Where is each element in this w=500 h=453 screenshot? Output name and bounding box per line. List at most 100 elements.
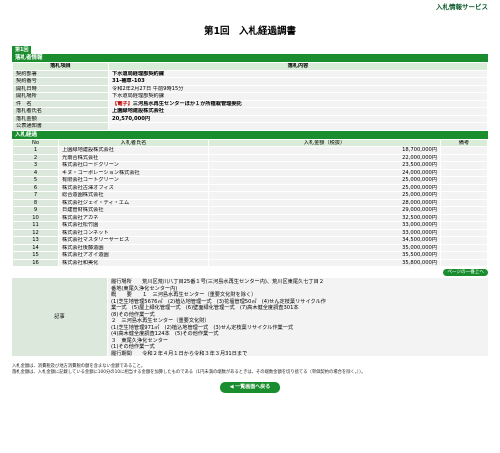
back-to-list-button[interactable]: ◀ 一覧画面へ戻る	[219, 382, 281, 393]
bid-amount: 25,000,000円	[208, 191, 441, 200]
table-row: 件 名【電子】三河島水再生センターほか１か所植栽管理委託	[12, 99, 488, 109]
row-label: 落札金額	[12, 114, 109, 124]
table-header-row: 落札項目 落札内容	[12, 62, 488, 71]
bid-no: 8	[12, 198, 59, 208]
page-top-button[interactable]: ページの一番上へ	[443, 269, 488, 277]
round-tag: 第1回	[12, 46, 32, 55]
bidder-name: 株式会社松竹園	[58, 221, 209, 230]
bidder-name: 株式会社ロードクリーン	[58, 161, 209, 170]
bid-amount: 29,000,000円	[208, 206, 441, 215]
table-row: 公表通知書	[12, 122, 488, 131]
bid-amount: 25,000,000円	[208, 176, 441, 185]
back-button-row: ◀ 一覧画面へ戻る	[12, 382, 488, 393]
bidder-name: 上園緑地建設株式会社	[58, 146, 209, 155]
bidder-name: 光南合株式会社	[58, 153, 209, 163]
table-row: 落札者氏名 上園緑地建設株式会社	[12, 107, 488, 116]
row-value	[108, 122, 488, 131]
bid-note	[440, 221, 488, 230]
table-row: 6 株式会社古澤オフィス 25,000,000円	[12, 183, 488, 193]
row-value: 下水道局経理部契約課	[108, 69, 488, 79]
page-top-row: ページの一番上へ	[12, 267, 488, 278]
table-row: 開札日時 令和2年2月27日 午前9時15分	[12, 84, 488, 94]
table-row: 11 株式会社松竹園 33,000,000円	[12, 221, 488, 230]
bid-note	[440, 213, 488, 223]
bid-amount: 22,000,000円	[208, 153, 441, 163]
col-header-item: 落札項目	[12, 62, 109, 71]
bid-note	[440, 251, 488, 260]
bidder-name: 日建管財株式会社	[58, 206, 209, 215]
brand-bar: 入札情報サービス	[12, 0, 488, 14]
table-row: 2 光南合株式会社 22,000,000円	[12, 153, 488, 163]
bid-history-table: No 入札者氏名 入札金額（税抜） 備考 1 上園緑地建設株式会社 18,700,0…	[12, 138, 488, 268]
remarks-line: 履行期間 令和２年４月１日から令和３年３月31日まで	[111, 350, 248, 357]
table-header-row: No 入札者氏名 入札金額（税抜） 備考	[12, 138, 488, 148]
bidder-name: 株式会社アカネ	[58, 213, 209, 223]
bid-amount: 32,500,000円	[208, 213, 441, 223]
row-label: 開札場所	[12, 92, 109, 101]
row-value: 【電子】三河島水再生センターほか１か所植栽管理委託	[108, 99, 488, 109]
subject-text: 三河島水再生センターほか１か所植栽管理委託	[132, 100, 242, 107]
row-label: 件 名	[12, 99, 109, 109]
bid-no: 5	[12, 176, 59, 185]
table-row: 15 株式会社アオイ造園 35,500,000円	[12, 251, 488, 260]
footnote-award-amount: 落札金額は、入札金額に記載している金額に100分の10に相当する金額を加算したも…	[12, 370, 366, 376]
page-title: 第1回 入札経過調書	[203, 26, 297, 37]
col-header-name: 入札者氏名	[58, 138, 209, 148]
bid-no: 9	[12, 206, 59, 215]
table-row: 3 株式会社ロードクリーン 23,500,000円	[12, 161, 488, 170]
bidder-name: 株式会社ジェイ・ティ・エム	[58, 198, 209, 208]
bidder-name: 総合造園株式会社	[58, 191, 209, 200]
bidder-name: キヌ・コーポレーション株式会社	[58, 168, 209, 178]
bid-no: 10	[12, 213, 59, 223]
bid-note	[440, 183, 488, 193]
table-row: 1 上園緑地建設株式会社 18,700,000円	[12, 146, 488, 155]
remarks-section: 記事 履行場所 荒川区荒川八丁目25番１号(三河島水再生センター内)、荒川区東尾…	[12, 278, 488, 357]
table-row: 16 株式会社和美化 35,800,000円	[12, 258, 488, 268]
bid-note	[440, 243, 488, 253]
table-row: 契約部署 下水道局経理部契約課	[12, 69, 488, 79]
bid-note	[440, 198, 488, 208]
row-label: 契約番号	[12, 77, 109, 86]
bid-note	[440, 258, 488, 268]
bid-amount: 24,000,000円	[208, 168, 441, 178]
bid-no: 4	[12, 168, 59, 178]
table-row: 開札場所 下水道局経理部契約課	[12, 92, 488, 101]
footnotes: 入札金額は、消費税及び地方消費税の額を含まない金額であること。 落札金額は、入札…	[12, 364, 488, 376]
bidder-name: 株式会社コンネット	[58, 228, 209, 238]
bidder-name: 株式会社古澤オフィス	[58, 183, 209, 193]
bidder-name: 株式会社後藤造園	[58, 243, 209, 253]
bid-note	[440, 168, 488, 178]
table-row: 10 株式会社アカネ 32,500,000円	[12, 213, 488, 223]
col-header-note: 備考	[440, 138, 488, 148]
bid-amount: 28,000,000円	[208, 198, 441, 208]
bidder-name: 株式会社和美化	[58, 258, 209, 268]
remarks-label: 記事	[12, 278, 108, 357]
table-row: 9 日建管財株式会社 29,000,000円	[12, 206, 488, 215]
bid-amount: 35,500,000円	[208, 251, 441, 260]
bid-no: 3	[12, 161, 59, 170]
bid-amount: 35,000,000円	[208, 243, 441, 253]
bid-no: 14	[12, 243, 59, 253]
bidder-name: 株式会社マスタリーサービス	[58, 236, 209, 245]
col-header-content: 落札内容	[108, 62, 488, 71]
table-row: 14 株式会社後藤造園 35,000,000円	[12, 243, 488, 253]
bid-no: 6	[12, 183, 59, 193]
bid-amount: 35,800,000円	[208, 258, 441, 268]
table-row: 5 有限会社コートグリーン 25,000,000円	[12, 176, 488, 185]
remarks-body: 履行場所 荒川区荒川八丁目25番１号(三河島水再生センター内)、荒川区東尾久七丁…	[108, 278, 488, 357]
table-row: 契約番号 31-補草-103	[12, 77, 488, 86]
row-value: 上園緑地建設株式会社	[108, 107, 488, 116]
bid-no: 7	[12, 191, 59, 200]
bid-no: 1	[12, 146, 59, 155]
bid-note	[440, 161, 488, 170]
row-label: 落札者氏名	[12, 107, 109, 116]
table-row: 落札金額 20,570,000円	[12, 114, 488, 124]
bid-amount: 18,700,000円	[208, 146, 441, 155]
bid-amount: 25,000,000円	[208, 183, 441, 193]
brand-logo-text[interactable]: 入札情報サービス	[436, 3, 488, 11]
col-header-amount: 入札金額（税抜）	[208, 138, 441, 148]
bid-history-heading: 入札経過	[12, 130, 488, 139]
row-value: 20,570,000円	[108, 114, 488, 124]
bid-note	[440, 191, 488, 200]
table-row: 13 株式会社マスタリーサービス 34,500,000円	[12, 236, 488, 245]
